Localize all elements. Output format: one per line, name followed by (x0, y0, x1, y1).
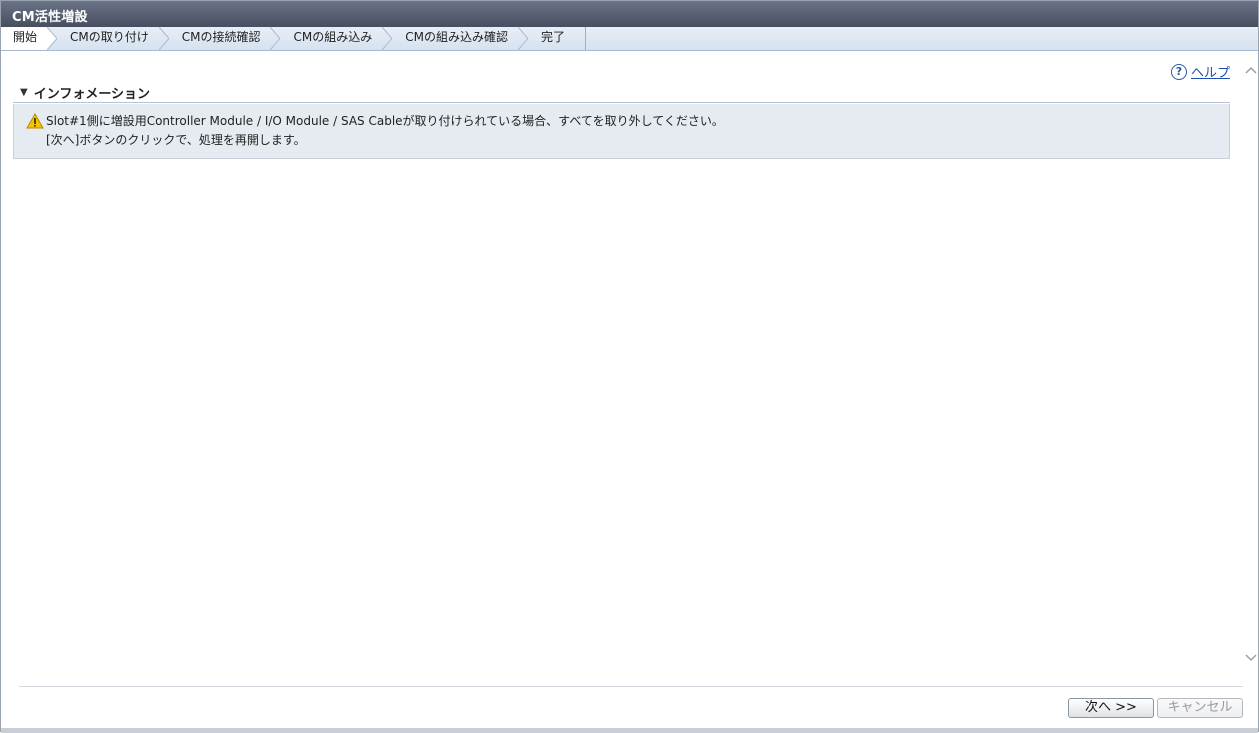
step-confirm-integration: CMの組み込み確認 (383, 27, 528, 50)
step-attach-cm: CMの取り付け (48, 27, 169, 50)
step-label: CMの接続確認 (181, 30, 261, 44)
vertical-scrollbar[interactable] (1242, 51, 1258, 679)
cancel-button[interactable]: キャンセル (1157, 698, 1243, 718)
information-line-1: Slot#1側に増設用Controller Module / I/O Modul… (46, 114, 724, 128)
information-message-2: [次へ]ボタンのクリックで、処理を再開します。 (26, 130, 1229, 149)
information-panel: Slot#1側に増設用Controller Module / I/O Modul… (13, 104, 1230, 159)
help-link[interactable]: ヘルプ (1191, 62, 1230, 81)
step-separator-icon (158, 27, 169, 50)
step-start: 開始 (1, 27, 58, 50)
bottom-frame-strip (1, 728, 1258, 733)
scroll-down-icon[interactable] (1245, 651, 1257, 663)
next-button[interactable]: 次へ >> (1068, 698, 1154, 718)
step-label: 開始 (13, 30, 38, 44)
step-check-connection: CMの接続確認 (160, 27, 281, 50)
steps-end-divider (584, 27, 586, 50)
step-separator-icon (270, 27, 281, 50)
information-section-header[interactable]: ▼ インフォメーション (13, 83, 1230, 103)
window-title: CM活性増設 (1, 1, 1258, 27)
step-complete: 完了 (519, 27, 585, 50)
step-separator-icon (382, 27, 393, 50)
step-label: CMの取り付け (70, 30, 149, 44)
step-separator-icon (47, 27, 58, 50)
scroll-up-icon[interactable] (1245, 65, 1257, 77)
information-message: Slot#1側に増設用Controller Module / I/O Modul… (26, 111, 1229, 130)
step-integrate-cm: CMの組み込み (271, 27, 393, 50)
step-separator-icon (517, 27, 528, 50)
help-question-icon[interactable]: ? (1170, 63, 1187, 80)
wizard-window: CM活性増設 開始 CMの取り付け CMの接続確認 CMの組み込み CMの組み込… (0, 0, 1259, 733)
step-label: CMの組み込み (293, 30, 373, 44)
collapse-triangle-icon[interactable]: ▼ (20, 87, 28, 98)
step-label: CMの組み込み確認 (405, 30, 508, 44)
information-line-2: [次へ]ボタンのクリックで、処理を再開します。 (46, 133, 306, 147)
wizard-steps: 開始 CMの取り付け CMの接続確認 CMの組み込み CMの組み込み確認 完了 (1, 27, 1258, 51)
warning-icon (26, 112, 44, 128)
step-label: 完了 (540, 30, 565, 44)
information-heading: インフォメーション (33, 87, 151, 102)
footer-divider (19, 686, 1243, 687)
help-link-group[interactable]: ? ヘルプ (1170, 62, 1230, 81)
